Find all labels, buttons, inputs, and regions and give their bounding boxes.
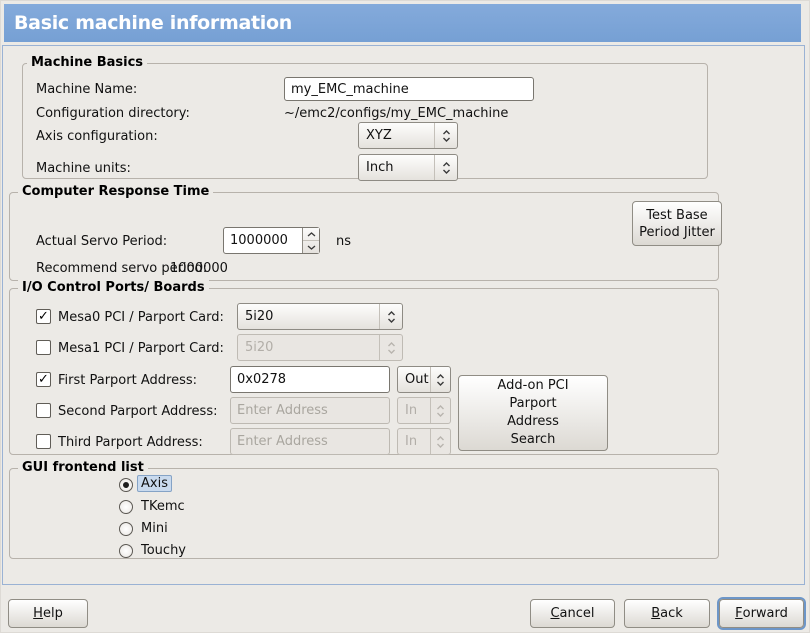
second-parport-label: Second Parport Address: (58, 404, 217, 419)
combo-arrows-icon (430, 367, 450, 392)
radio-touchy[interactable] (119, 544, 133, 558)
gui-frontend-group-label: GUI frontend list (18, 460, 148, 475)
machine-name-label: Machine Name: (36, 82, 137, 97)
first-parport-checkbox[interactable]: ✓ (36, 372, 51, 387)
servo-period-label: Actual Servo Period: (36, 234, 167, 249)
page-header: Basic machine information (4, 4, 801, 42)
spin-down-icon[interactable] (303, 241, 319, 253)
mesa1-card-combobox: 5i20 (237, 334, 403, 361)
cancel-button[interactable]: Cancel (530, 599, 615, 628)
third-parport-checkbox[interactable] (36, 434, 51, 449)
test-base-period-jitter-button[interactable]: Test Base Period Jitter (632, 201, 722, 246)
servo-period-spinner[interactable] (223, 227, 320, 254)
recommend-period-value: 1000000 (170, 261, 228, 276)
radio-axis[interactable] (119, 478, 133, 492)
combo-arrows-icon (434, 155, 457, 180)
mesa1-label: Mesa1 PCI / Parport Card: (58, 341, 224, 356)
servo-period-unit: ns (336, 234, 351, 249)
third-parport-address-input (230, 428, 390, 455)
config-dir-value: ~/emc2/configs/my_EMC_machine (284, 106, 508, 121)
radio-tkemc-label[interactable]: TKemc (141, 499, 185, 514)
mesa0-label: Mesa0 PCI / Parport Card: (58, 310, 224, 325)
first-parport-direction-combobox[interactable]: Out (397, 366, 451, 393)
combo-arrows-icon (430, 398, 450, 423)
checkmark-icon: ✓ (38, 310, 49, 323)
radio-touchy-label[interactable]: Touchy (141, 543, 186, 558)
machine-units-label: Machine units: (36, 161, 131, 176)
combo-arrows-icon (379, 335, 402, 360)
addon-pci-parport-search-button[interactable]: Add-on PCI Parport Address Search (458, 375, 608, 451)
radio-axis-label[interactable]: Axis (137, 475, 172, 492)
spinner-buttons[interactable] (302, 228, 319, 253)
radio-mini[interactable] (119, 522, 133, 536)
back-button[interactable]: Back (624, 599, 710, 628)
forward-button[interactable]: Forward (719, 599, 804, 628)
gui-frontend-group (9, 468, 719, 559)
mesa0-checkbox[interactable]: ✓ (36, 309, 51, 324)
combo-arrows-icon (434, 123, 457, 148)
machine-basics-group-label: Machine Basics (27, 55, 147, 70)
wizard-window: Basic machine information Machine Basics… (0, 0, 810, 633)
checkmark-icon: ✓ (38, 373, 49, 386)
machine-units-combobox[interactable]: Inch (358, 154, 458, 181)
axis-config-value: XYZ (359, 123, 434, 148)
servo-period-input[interactable] (224, 228, 302, 253)
third-parport-label: Third Parport Address: (58, 435, 203, 450)
combo-arrows-icon (379, 304, 402, 329)
radio-tkemc[interactable] (119, 500, 133, 514)
mesa1-checkbox[interactable] (36, 340, 51, 355)
machine-name-input[interactable] (284, 77, 534, 101)
response-time-group-label: Computer Response Time (18, 184, 213, 199)
third-parport-direction-combobox: In (397, 428, 451, 455)
machine-units-value: Inch (359, 155, 434, 180)
axis-config-combobox[interactable]: XYZ (358, 122, 458, 149)
mesa0-card-combobox[interactable]: 5i20 (237, 303, 403, 330)
second-parport-address-input (230, 397, 390, 424)
first-parport-address-input[interactable] (230, 366, 390, 393)
axis-config-label: Axis configuration: (36, 129, 158, 144)
second-parport-checkbox[interactable] (36, 403, 51, 418)
second-parport-direction-combobox: In (397, 397, 451, 424)
combo-arrows-icon (430, 429, 450, 454)
config-dir-label: Configuration directory: (36, 106, 190, 121)
page-title: Basic machine information (4, 12, 292, 34)
help-button[interactable]: Help (8, 599, 88, 628)
io-ports-group-label: I/O Control Ports/ Boards (18, 280, 209, 295)
first-parport-label: First Parport Address: (58, 373, 197, 388)
radio-mini-label[interactable]: Mini (141, 521, 168, 536)
spin-up-icon[interactable] (303, 228, 319, 241)
